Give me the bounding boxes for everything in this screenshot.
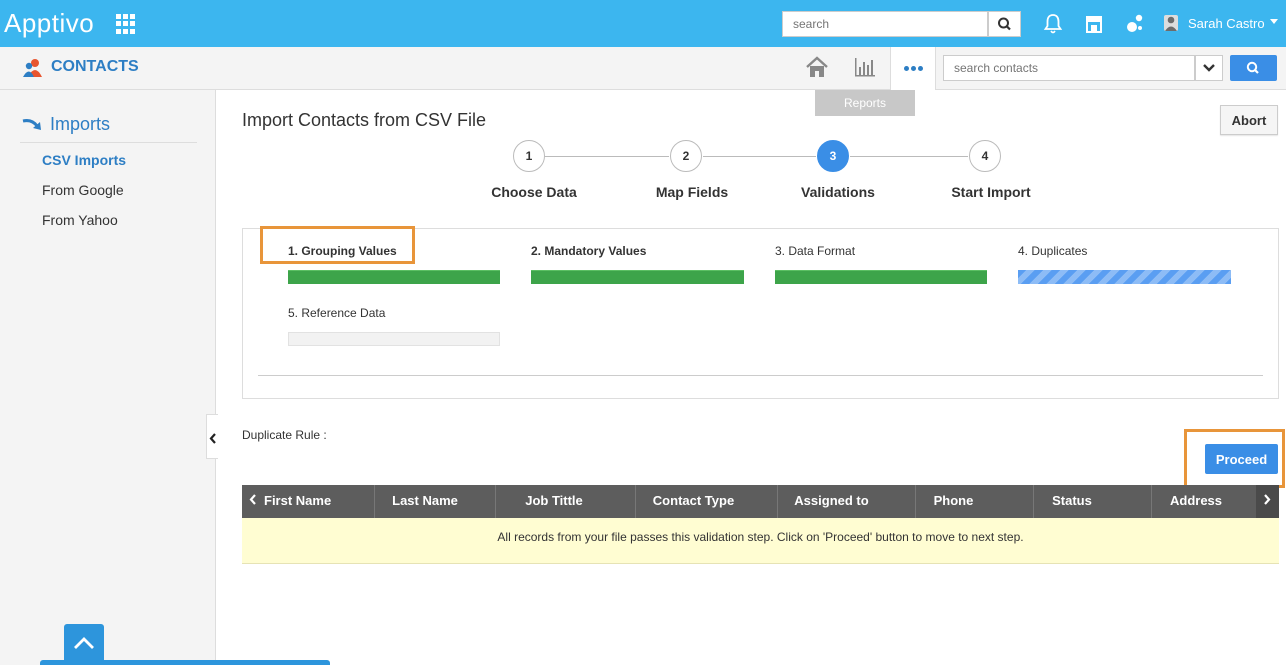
step-4-indicator: 4	[969, 140, 1001, 172]
sidebar	[0, 90, 216, 665]
validation-label-mandatory: 2. Mandatory Values	[531, 244, 647, 258]
avatar[interactable]	[1164, 15, 1178, 31]
home-icon[interactable]	[805, 56, 829, 78]
divider	[20, 142, 197, 143]
abort-button[interactable]: Abort	[1220, 105, 1278, 135]
grid-message: All records from your file passes this v…	[242, 518, 1279, 564]
sidebar-item-from-google[interactable]: From Google	[42, 182, 124, 198]
column-header-assigned-to[interactable]: Assigned to	[778, 485, 885, 518]
proceed-button[interactable]: Proceed	[1205, 444, 1278, 474]
step-1-indicator: 1	[513, 140, 545, 172]
app-logo[interactable]: Apptivo	[4, 8, 94, 39]
chevron-up-icon	[74, 637, 94, 649]
chevron-down-icon	[1203, 64, 1215, 72]
reports-icon[interactable]	[853, 56, 877, 78]
global-search-button[interactable]	[988, 11, 1021, 37]
step-1-label: Choose Data	[491, 184, 577, 200]
dot-icon	[911, 66, 916, 71]
validation-label-data-format: 3. Data Format	[775, 244, 856, 258]
global-search-input[interactable]	[782, 11, 988, 37]
validation-label-reference-data: 5. Reference Data	[288, 306, 386, 320]
sidebar-item-from-yahoo[interactable]: From Yahoo	[42, 212, 118, 228]
validation-progress-reference-data	[288, 332, 500, 346]
user-name[interactable]: Sarah Castro	[1188, 16, 1265, 31]
page-title: Import Contacts from CSV File	[242, 110, 487, 130]
duplicate-rule-label: Duplicate Rule :	[242, 428, 327, 442]
more-menu-button[interactable]	[890, 47, 936, 90]
divider	[258, 375, 1263, 376]
search-icon	[1246, 61, 1259, 74]
step-3-indicator: 3	[817, 140, 849, 172]
column-header-contact-type[interactable]: Contact Type	[636, 485, 751, 518]
validation-progress-grouping	[288, 270, 500, 284]
connections-icon[interactable]	[1125, 13, 1145, 35]
chevron-left-icon	[209, 433, 216, 444]
validation-progress-mandatory	[531, 270, 744, 284]
chevron-right-icon	[1264, 494, 1271, 505]
column-header-phone[interactable]: Phone	[916, 485, 991, 518]
dot-icon	[918, 66, 923, 71]
contacts-icon	[23, 59, 42, 77]
validation-progress-duplicates	[1018, 270, 1231, 284]
search-icon	[998, 17, 1011, 31]
search-dropdown-button[interactable]	[1195, 55, 1223, 81]
step-connector	[850, 156, 968, 157]
column-header-status[interactable]: Status	[1034, 485, 1110, 518]
grid-scroll-left-button[interactable]	[242, 485, 264, 518]
grid-header: First Name Last Name Job Tittle Contact …	[242, 485, 1279, 518]
step-4-label: Start Import	[951, 184, 1031, 200]
bell-icon[interactable]	[1043, 13, 1063, 35]
dot-icon	[904, 66, 909, 71]
column-header-first-name[interactable]: First Name	[264, 485, 375, 518]
step-2-label: Map Fields	[655, 184, 729, 200]
sidebar-item-csv-imports[interactable]: CSV Imports	[42, 152, 126, 168]
sidebar-collapse-button[interactable]	[206, 414, 218, 459]
contact-search-button[interactable]	[1230, 55, 1277, 81]
app-grid-icon[interactable]	[116, 14, 136, 34]
step-connector	[545, 156, 669, 157]
validation-label-duplicates: 4. Duplicates	[1018, 244, 1088, 258]
step-3-label: Validations	[801, 184, 875, 200]
store-icon[interactable]	[1084, 14, 1104, 34]
validation-progress-data-format	[775, 270, 987, 284]
contact-search-input[interactable]	[943, 55, 1195, 81]
chevron-left-icon	[249, 494, 256, 505]
import-arrow-icon	[22, 119, 41, 130]
caret-down-icon[interactable]	[1270, 19, 1278, 24]
bottom-strip	[40, 660, 330, 665]
grid-scroll-right-button[interactable]	[1256, 485, 1279, 518]
column-header-job-title[interactable]: Job Tittle	[496, 485, 612, 518]
sidebar-heading: Imports	[50, 114, 111, 134]
step-2-indicator: 2	[670, 140, 702, 172]
scroll-to-top-button[interactable]	[64, 624, 104, 665]
reports-tooltip: Reports	[815, 90, 915, 116]
module-title[interactable]: CONTACTS	[51, 58, 139, 76]
column-header-last-name[interactable]: Last Name	[375, 485, 475, 518]
highlight-box	[260, 226, 415, 264]
column-header-address[interactable]: Address	[1152, 485, 1240, 518]
step-connector	[703, 156, 816, 157]
